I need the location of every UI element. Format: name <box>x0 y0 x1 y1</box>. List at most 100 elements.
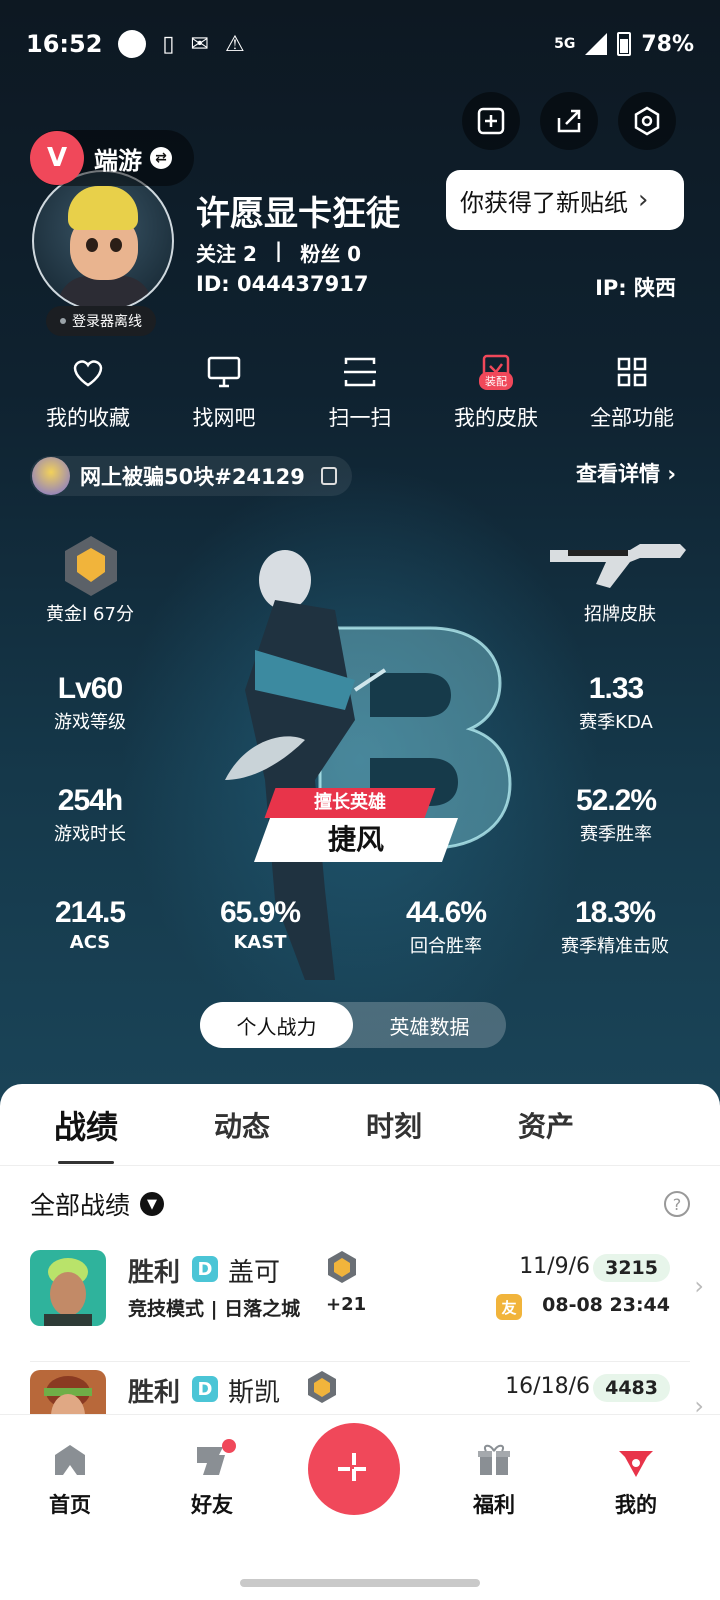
match-row[interactable]: 胜利 D 盖可 11/9/6 3215 竞技模式 | 日落之城 +21 友 08… <box>30 1242 704 1362</box>
chevron-right-icon: › <box>694 1272 704 1300</box>
kast-stat: 65.9% KAST <box>219 896 301 953</box>
new-sticker-tooltip[interactable]: 你获得了新贴纸 › <box>446 170 684 230</box>
monitor-icon <box>207 356 241 388</box>
nav-home[interactable]: 首页 <box>10 1441 130 1519</box>
match-time: 08-08 23:44 <box>542 1294 670 1316</box>
quick-all-features[interactable]: 全部功能 <box>564 352 700 432</box>
fans-link[interactable]: 粉丝 0 <box>300 238 361 267</box>
home-indicator[interactable] <box>240 1579 480 1587</box>
nav-friends[interactable]: 好友 <box>152 1439 272 1519</box>
match-kda: 11/9/6 <box>519 1254 590 1279</box>
follow-stats: 关注 2 | 粉丝 0 <box>196 238 362 267</box>
username: 许愿显卡狂徒 <box>196 194 400 234</box>
stats-view-toggle: 个人战力 英雄数据 <box>200 1002 506 1048</box>
winrate-stat: 52.2% 赛季胜率 <box>575 784 657 845</box>
match-mode: 竞技模式 | 日落之城 <box>128 1298 301 1320</box>
home-icon <box>55 1445 85 1475</box>
following-link[interactable]: 关注 2 <box>196 238 257 267</box>
game-name: 端游 <box>94 146 142 175</box>
riot-id-avatar <box>32 457 70 495</box>
match-kda: 16/18/6 <box>505 1374 590 1399</box>
round-winrate-stat: 44.6% 回合胜率 <box>405 896 487 957</box>
toggle-personal-power[interactable]: 个人战力 <box>200 1002 353 1048</box>
tab-moments[interactable]: 时刻 <box>366 1105 422 1145</box>
warning-icon: ⚠ <box>224 31 245 57</box>
avatar[interactable] <box>32 170 174 312</box>
quick-scan[interactable]: 扫一扫 <box>292 352 428 432</box>
quick-find-cafe[interactable]: 找网吧 <box>156 352 292 432</box>
scan-icon <box>344 357 376 387</box>
nav-welfare[interactable]: 福利 <box>434 1441 554 1519</box>
network-label: 5G <box>554 36 576 52</box>
acs-stat: 214.5 ACS <box>54 896 126 953</box>
main-agent-card[interactable]: 擅长英雄 捷风 <box>253 788 459 868</box>
record-sheet: 战绩 动态 时刻 资产 全部战绩 ▼ ? 胜利 D 盖可 11/9/6 3215… <box>0 1084 720 1414</box>
match-agent: 盖可 <box>228 1258 281 1288</box>
help-icon[interactable]: ? <box>664 1191 690 1217</box>
unread-dot <box>222 1439 236 1453</box>
equip-tag: 装配 <box>479 372 513 390</box>
content-tabs: 战绩 动态 时刻 资产 <box>0 1084 720 1166</box>
riot-id-row[interactable]: 网上被骗50块#24129 <box>30 456 352 496</box>
game-switcher[interactable]: V 端游 ⇄ <box>30 130 194 186</box>
record-filter-label[interactable]: 全部战绩 <box>30 1186 130 1222</box>
login-status-badge: 登录器离线 <box>46 306 156 336</box>
phone-icon: ▯ <box>162 31 175 57</box>
playtime-stat: 254h 游戏时长 <box>54 784 126 845</box>
gold-rank-icon <box>328 1251 356 1283</box>
view-details-link[interactable]: 查看详情 › <box>576 458 676 488</box>
toggle-agent-data[interactable]: 英雄数据 <box>353 1002 506 1048</box>
settings-button[interactable] <box>618 92 676 150</box>
battery-icon <box>617 32 632 56</box>
riot-id-name: 网上被骗50块#24129 <box>80 465 305 489</box>
agent-portrait-skye <box>30 1370 106 1414</box>
mail-icon: ✉ <box>190 31 209 57</box>
sticker-button[interactable] <box>462 92 520 150</box>
user-id: ID: 044437917 <box>196 272 369 296</box>
headshot-stat: 18.3% 赛季精准击败 <box>561 896 669 957</box>
tab-assets[interactable]: 资产 <box>518 1105 574 1145</box>
signal-icon <box>585 33 608 55</box>
chevron-right-icon: › <box>667 462 676 486</box>
quick-menu: 我的收藏 找网吧 扫一扫 装配 我的皮肤 全部功能 <box>20 352 700 432</box>
level-stat: Lv60 游戏等级 <box>54 672 126 733</box>
nav-profile[interactable]: 我的 <box>576 1441 696 1519</box>
gift-icon <box>478 1444 510 1475</box>
signature-skin-icon <box>550 544 686 588</box>
main-agent-name: 捷风 <box>253 818 459 862</box>
quick-favorites[interactable]: 我的收藏 <box>20 352 156 432</box>
valorant-logo-icon: V <box>30 131 84 185</box>
kda-stat: 1.33 赛季KDA <box>579 672 653 733</box>
agent-role-badge: D <box>192 1256 218 1282</box>
tab-activity[interactable]: 动态 <box>214 1105 270 1145</box>
friend-tag: 友 <box>496 1294 522 1320</box>
main-agent-tag: 擅长英雄 <box>264 788 436 818</box>
match-row[interactable]: 胜利 D 斯凯 16/18/6 4483 › <box>30 1362 704 1414</box>
profile-icon <box>619 1451 653 1477</box>
match-score: 4483 <box>593 1374 670 1402</box>
share-icon <box>557 109 581 133</box>
sticker-icon <box>477 107 505 135</box>
chevron-down-icon[interactable]: ▼ <box>140 1192 165 1216</box>
sticker-tip-text: 你获得了新贴纸 <box>460 188 628 217</box>
rank-delta: +21 <box>326 1294 367 1315</box>
ip-location: IP: 陕西 <box>595 276 676 300</box>
tab-records[interactable]: 战绩 <box>54 1102 118 1164</box>
settings-icon <box>634 106 660 136</box>
match-result: 胜利 <box>128 1258 181 1288</box>
login-status-text: 登录器离线 <box>72 314 142 330</box>
notification-dot-icon <box>118 30 147 58</box>
match-score: 3215 <box>593 1254 670 1282</box>
copy-icon[interactable] <box>320 467 337 485</box>
chevron-right-icon: › <box>638 185 649 215</box>
gold-rank-icon <box>308 1371 336 1403</box>
match-result: 胜利 <box>128 1378 181 1408</box>
skin-stat[interactable]: 招牌皮肤 <box>560 600 680 626</box>
agent-role-badge: D <box>192 1376 218 1402</box>
share-button[interactable] <box>540 92 598 150</box>
grid-icon <box>617 357 647 387</box>
swap-icon: ⇄ <box>150 147 172 169</box>
quick-my-skins[interactable]: 装配 我的皮肤 <box>428 352 564 432</box>
heart-icon <box>73 360 103 387</box>
create-post-button[interactable] <box>308 1423 400 1515</box>
